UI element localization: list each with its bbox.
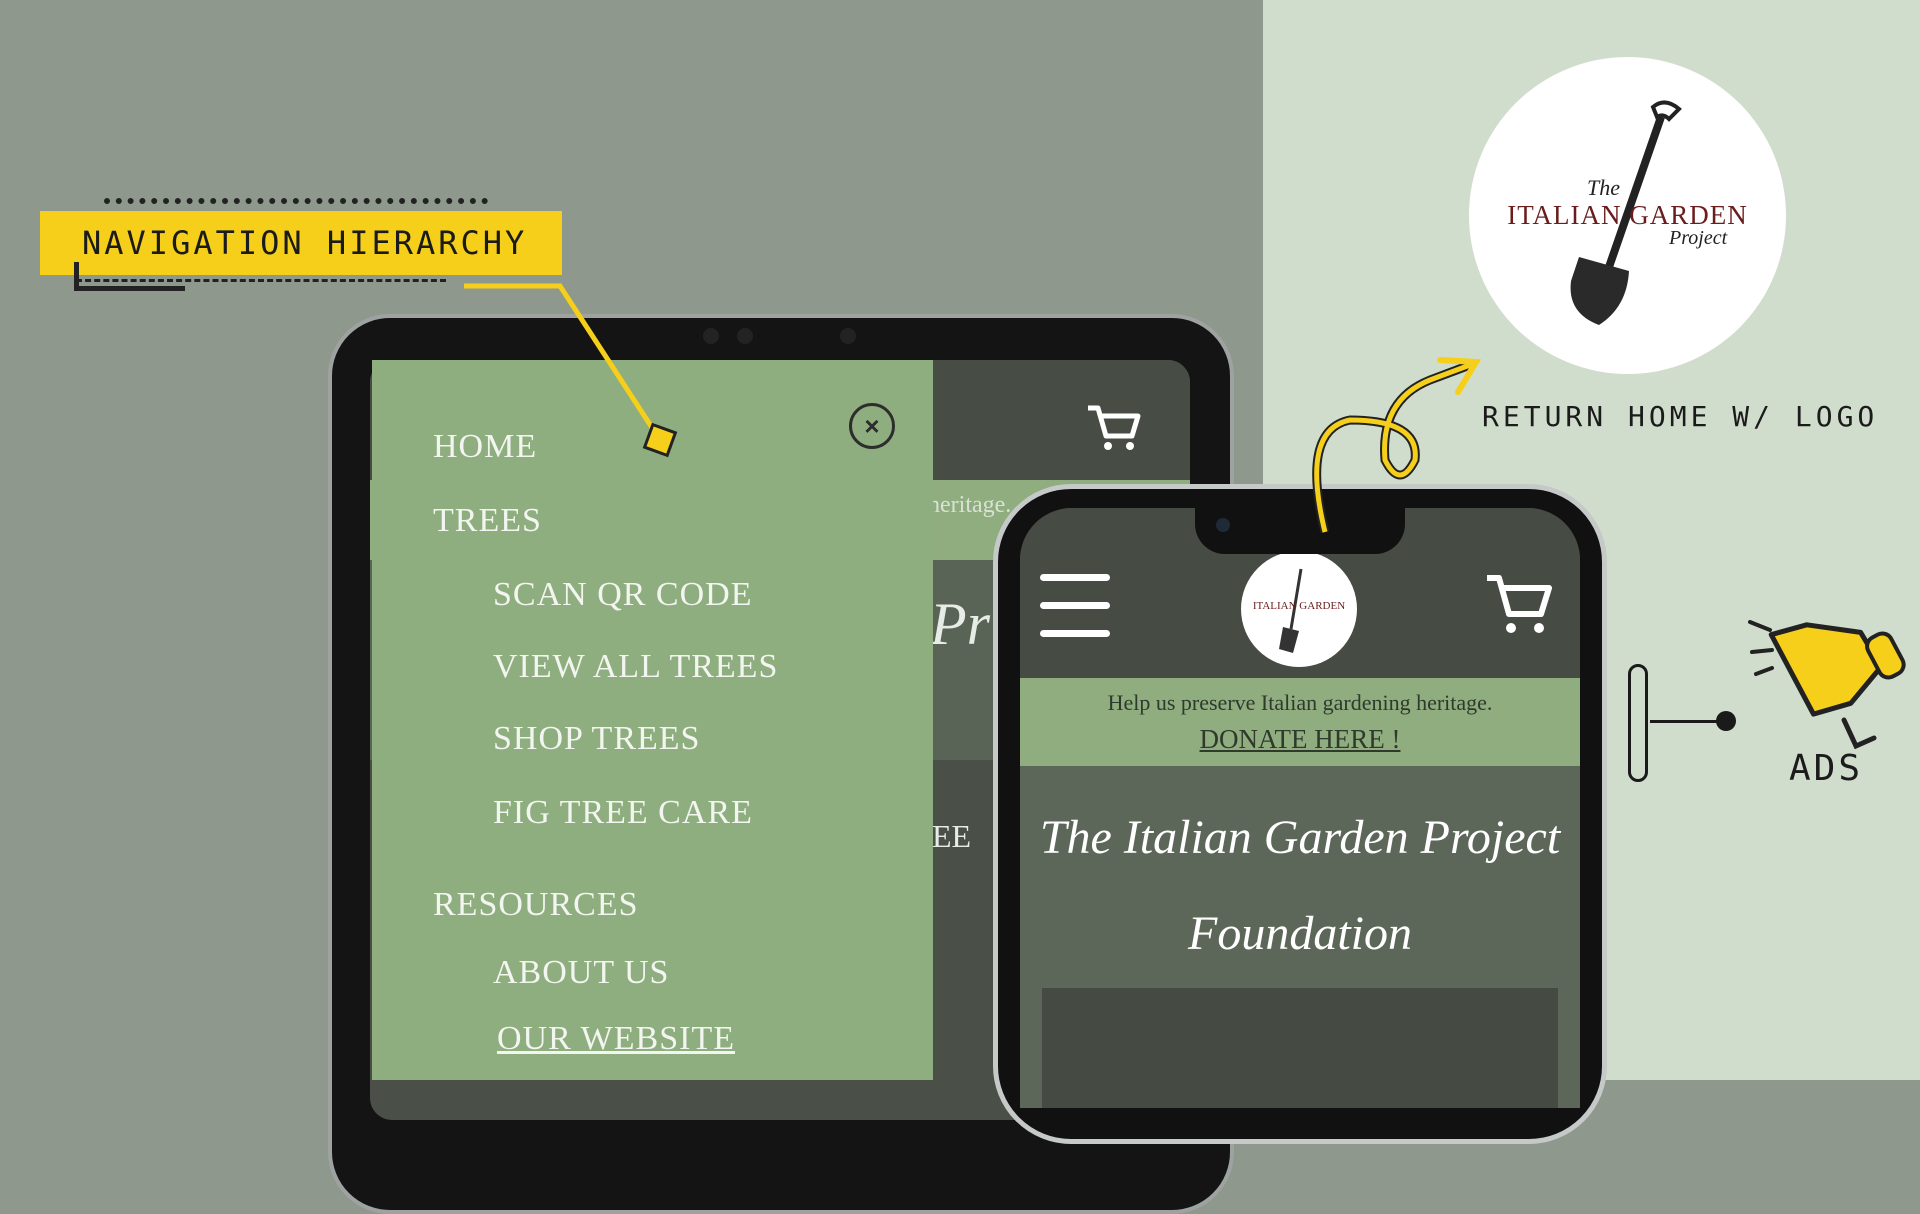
arrow-head-icon [642,422,678,458]
annotation-overlay [464,283,1906,750]
megaphone-icon [1748,620,1906,750]
